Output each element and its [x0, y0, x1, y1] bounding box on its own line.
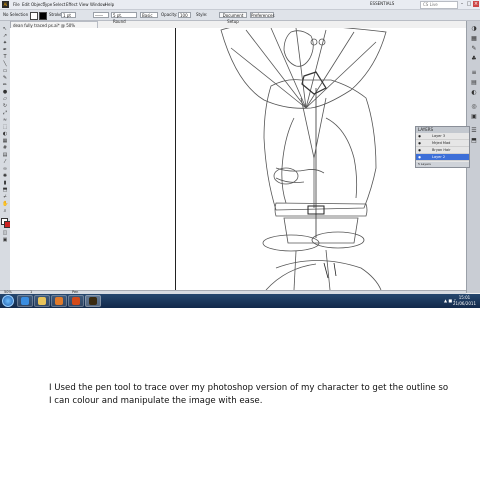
slice-tool-icon[interactable]: ⌿	[2, 195, 8, 200]
taskbar-illustrator[interactable]	[85, 295, 101, 307]
windows-taskbar: ▲ ■ ♪ 15:01 21/06/2011	[0, 294, 480, 308]
screen-mode-icon[interactable]: ▣	[2, 238, 8, 243]
variable-width-profile[interactable]: ――	[93, 12, 109, 18]
eraser-tool-icon[interactable]: ▱	[2, 97, 8, 102]
stroke-weight-field[interactable]: 1 pt	[61, 12, 76, 18]
clock-date: 21/06/2011	[452, 301, 476, 306]
taskbar-ie[interactable]	[17, 295, 33, 307]
color-panel-icon[interactable]: ◑	[470, 25, 478, 32]
warp-tool-icon[interactable]: ≈	[2, 118, 8, 123]
graphic-styles-panel-icon[interactable]: ▣	[470, 113, 478, 120]
gradient-panel-icon[interactable]: ▤	[470, 79, 478, 86]
illustrator-icon	[89, 297, 97, 305]
brush-definition[interactable]: 5 pt. Round	[111, 12, 137, 24]
media-player-icon	[55, 297, 63, 305]
control-bar: No Selection Stroke: 1 pt ―― 5 pt. Round…	[0, 10, 480, 24]
layers-panel: LAYERS ● Layer 3 ● Mrjed Mad ● Bryan Hai…	[415, 126, 470, 168]
drawing-mode-icon[interactable]: ◫	[2, 231, 8, 236]
menu-edit[interactable]: Edit	[22, 1, 30, 8]
maximize-icon[interactable]: □	[466, 1, 472, 7]
illustrator-screenshot: Ai File Edit Object Type Select Effect V…	[0, 0, 480, 308]
layer-row[interactable]: ● Layer 3	[416, 133, 469, 140]
menu-help[interactable]: Help	[105, 1, 114, 8]
brushes-panel-icon[interactable]: ✎	[470, 45, 478, 52]
perspective-grid-tool-icon[interactable]: ▦	[2, 139, 8, 144]
graphic-style[interactable]: Basic	[140, 12, 158, 18]
visibility-eye-icon[interactable]: ●	[417, 147, 422, 153]
folder-icon	[38, 297, 46, 305]
symbol-sprayer-tool-icon[interactable]: ✺	[2, 174, 8, 179]
stroke-swatch[interactable]	[39, 12, 47, 20]
document-tab[interactable]: dean fully traced ps.ai* @ 50% (RGB/Prev…	[10, 21, 98, 35]
search-placeholder: CS Live	[423, 2, 438, 7]
document-setup-button[interactable]: Document Setup	[219, 12, 247, 24]
menu-type[interactable]: Type	[43, 1, 52, 8]
layer-row[interactable]: ● Mrjed Mad	[416, 140, 469, 147]
layer-row-selected[interactable]: ● Layer 2	[416, 154, 469, 161]
start-button[interactable]	[2, 295, 14, 307]
layers-panel-icon[interactable]: ☰	[470, 127, 478, 134]
close-icon[interactable]: ×	[473, 1, 479, 7]
firefox-icon	[72, 297, 80, 305]
internet-explorer-icon	[21, 297, 29, 305]
magic-wand-tool-icon[interactable]: ✦	[2, 41, 8, 46]
taskbar-explorer[interactable]	[34, 295, 50, 307]
direct-selection-tool-icon[interactable]: ↗	[2, 34, 8, 39]
selection-tool-icon[interactable]: ↖	[2, 27, 8, 32]
style-label: Style:	[196, 12, 208, 17]
fill-swatch[interactable]	[30, 12, 38, 20]
selection-label: No Selection	[3, 12, 29, 17]
free-transform-tool-icon[interactable]: ⬚	[2, 125, 8, 130]
caption-text: I Used the pen tool to trace over my pho…	[49, 382, 449, 406]
symbols-panel-icon[interactable]: ♣	[470, 55, 478, 62]
layers-count: 5 Layers	[416, 162, 469, 167]
eyedropper-tool-icon[interactable]: ⁄	[2, 160, 8, 165]
rectangle-tool-icon[interactable]: ▭	[2, 69, 8, 74]
layer-row[interactable]: ● Bryan Hair	[416, 147, 469, 154]
menu-effect[interactable]: Effect	[66, 1, 78, 8]
menu-file[interactable]: File	[13, 1, 20, 8]
blob-brush-tool-icon[interactable]: ●	[2, 90, 8, 95]
clock[interactable]: 15:01 21/06/2011	[453, 295, 476, 307]
menu-select[interactable]: Select	[53, 1, 65, 8]
stroke-panel-icon[interactable]: ≡	[470, 69, 478, 76]
menu-window[interactable]: Window	[90, 1, 106, 8]
visibility-eye-icon[interactable]: ●	[417, 140, 422, 146]
opacity-field[interactable]: 100	[178, 12, 191, 18]
type-tool-icon[interactable]: T	[2, 55, 8, 60]
menu-view[interactable]: View	[79, 1, 89, 8]
scale-tool-icon[interactable]: ⤢	[2, 111, 8, 116]
transparency-panel-icon[interactable]: ◐	[470, 89, 478, 96]
minimize-icon[interactable]: –	[459, 1, 465, 7]
illustrator-logo-icon: Ai	[2, 1, 9, 8]
visibility-eye-icon[interactable]: ●	[417, 133, 422, 139]
workspace-switcher[interactable]: ESSENTIALS	[370, 1, 394, 6]
blend-tool-icon[interactable]: ∞	[2, 167, 8, 172]
paintbrush-tool-icon[interactable]: ✎	[2, 76, 8, 81]
column-graph-tool-icon[interactable]: ▮	[2, 181, 8, 186]
visibility-eye-icon[interactable]: ●	[417, 154, 422, 160]
artboards-panel-icon[interactable]: ⬒	[470, 137, 478, 144]
menu-bar: Ai File Edit Object Type Select Effect V…	[0, 0, 480, 10]
taskbar-firefox[interactable]	[68, 295, 84, 307]
preferences-button[interactable]: Preferences	[250, 12, 275, 18]
shape-builder-tool-icon[interactable]: ◐	[2, 132, 8, 137]
pencil-tool-icon[interactable]: ✏	[2, 83, 8, 88]
line-tool-icon[interactable]: ╲	[2, 62, 8, 67]
hand-tool-icon[interactable]: ✋	[2, 202, 8, 207]
appearance-panel-icon[interactable]: ◎	[470, 103, 478, 110]
rotate-tool-icon[interactable]: ↻	[2, 104, 8, 109]
taskbar-media[interactable]	[51, 295, 67, 307]
artboard-tool-icon[interactable]: ⬒	[2, 188, 8, 193]
pen-tool-icon[interactable]: ✒	[2, 48, 8, 53]
search-input[interactable]: CS Live	[420, 1, 458, 9]
gradient-tool-icon[interactable]: ▤	[2, 153, 8, 158]
mesh-tool-icon[interactable]: #	[2, 146, 8, 151]
swatches-panel-icon[interactable]: ▦	[470, 35, 478, 42]
zoom-tool-icon[interactable]: ⌕	[2, 209, 8, 214]
opacity-label: Opacity:	[161, 12, 178, 17]
